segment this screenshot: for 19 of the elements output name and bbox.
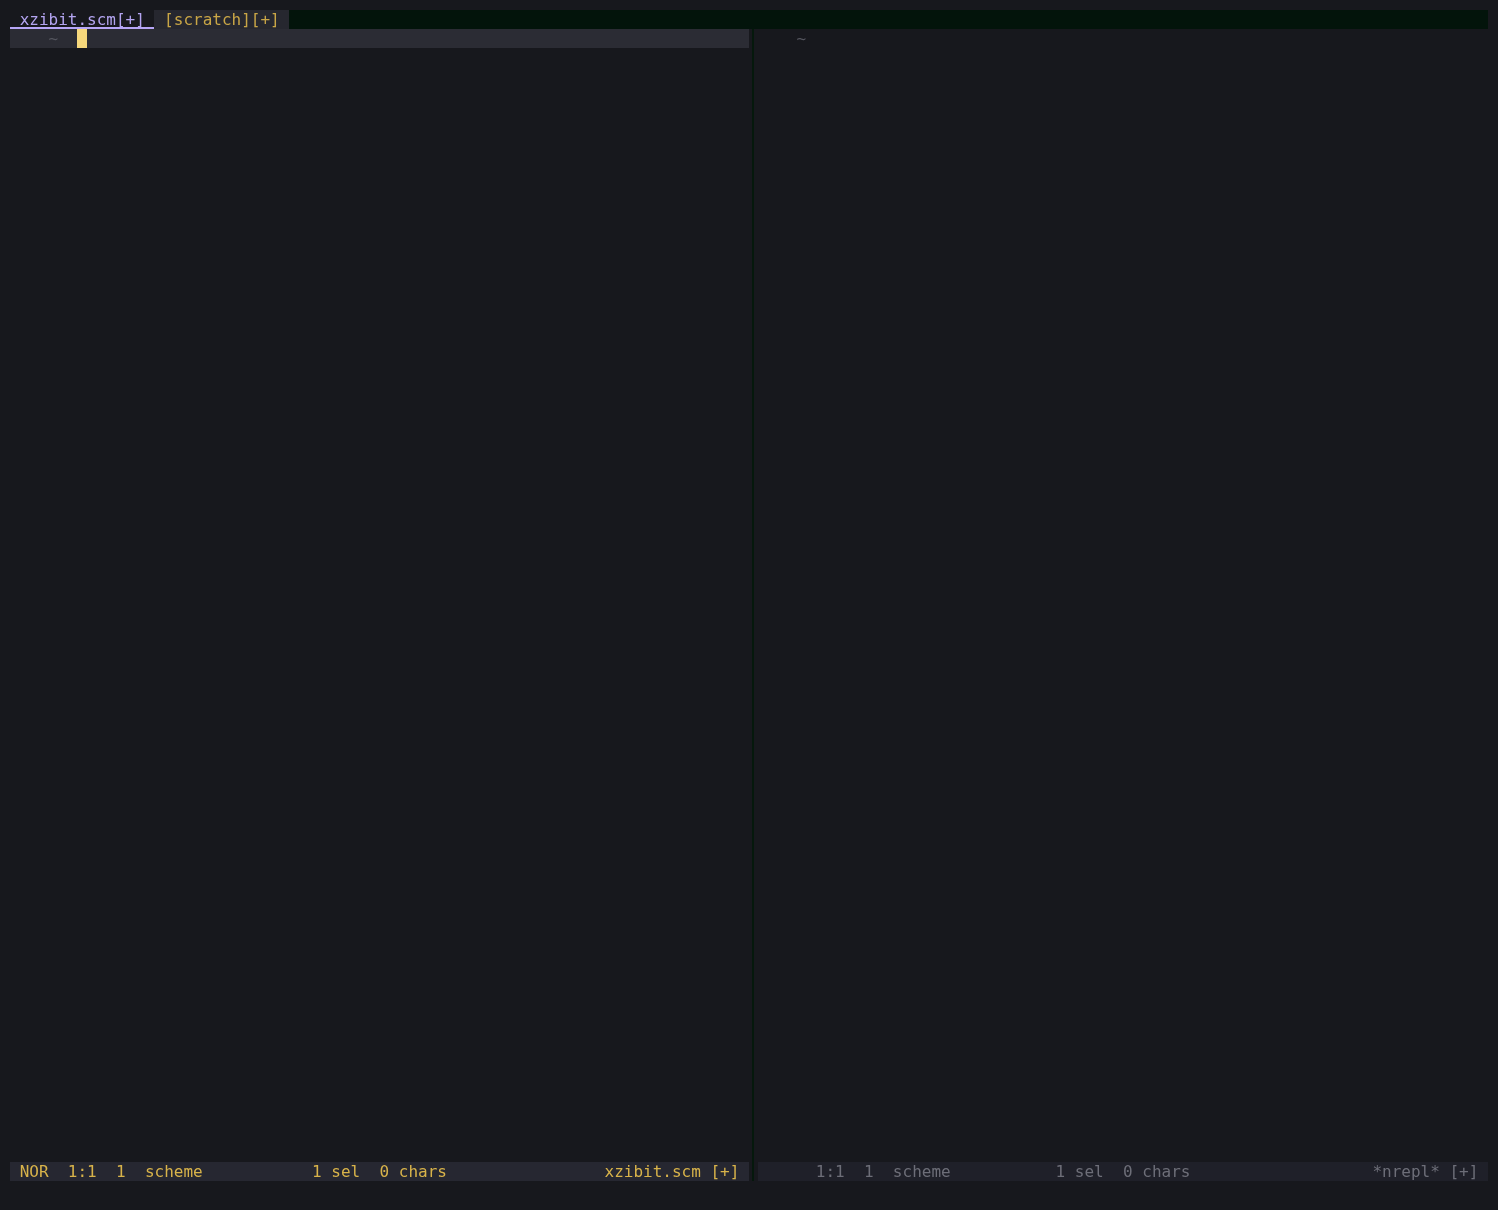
cursor-position: 1:1	[67, 1162, 97, 1181]
selection-count: 1 sel	[1055, 1162, 1104, 1181]
language-label: scheme	[144, 1162, 203, 1181]
cursor-position: 1:1	[815, 1162, 845, 1181]
empty-line-marker: ~	[796, 29, 807, 48]
line-count: 1	[863, 1162, 874, 1181]
modified-label: [+]	[710, 1162, 740, 1181]
line-count: 1	[115, 1162, 126, 1181]
char-count: 0 chars	[1123, 1162, 1191, 1181]
tab[interactable]: [scratch][+]	[154, 10, 290, 29]
mode-indicator: NOR	[19, 1162, 49, 1181]
language-label: scheme	[892, 1162, 951, 1181]
file-name: *nrepl*	[1372, 1162, 1440, 1181]
char-count: 0 chars	[379, 1162, 447, 1181]
tab[interactable]: xzibit.scm[+]	[10, 10, 155, 29]
selection-count: 1 sel	[312, 1162, 361, 1181]
empty-line-marker: ~	[48, 29, 59, 48]
modified-label: [+]	[1449, 1162, 1479, 1181]
file-name: xzibit.scm	[604, 1162, 701, 1181]
